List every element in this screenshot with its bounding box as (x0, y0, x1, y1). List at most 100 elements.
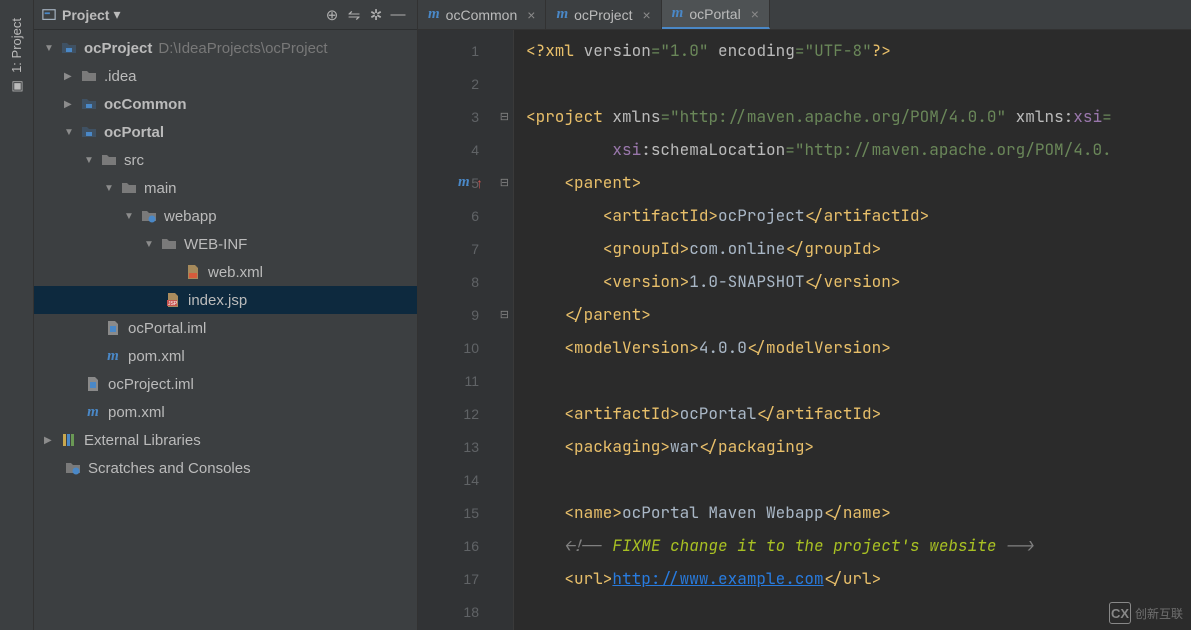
collapse-icon[interactable]: ⇋ (343, 4, 365, 26)
code-line (514, 364, 1191, 397)
tree-label: pom.xml (128, 348, 185, 365)
line-num: 15 (418, 496, 513, 529)
jsp-file-icon: JSP (164, 291, 182, 309)
maven-icon: m (672, 5, 684, 22)
project-panel-header: Project ▾ ⊕ ⇋ ✲ — (34, 0, 417, 30)
code-line: <modelVersion>4.0.0</modelVersion> (514, 331, 1191, 364)
tree-label: index.jsp (188, 292, 247, 309)
line-num: 3⊟ (418, 100, 513, 133)
code-line (514, 463, 1191, 496)
tree-row-pom2[interactable]: m pom.xml (34, 398, 417, 426)
tree-label: ocPortal (104, 124, 164, 141)
tab-occommon[interactable]: m ocCommon × (418, 0, 546, 29)
line-num: 6 (418, 199, 513, 232)
line-num: 17 (418, 562, 513, 595)
tree-row-root[interactable]: ▼ ocProject D:\IdeaProjects\ocProject (34, 34, 417, 62)
project-tree: ▼ ocProject D:\IdeaProjects\ocProject ▶ … (34, 30, 417, 630)
chevron-down-icon: ▼ (124, 211, 136, 222)
fold-icon[interactable]: ⊟ (500, 176, 509, 189)
code-line: <url>http://www.example.com</url> (514, 562, 1191, 595)
folder-icon (120, 179, 138, 197)
tree-row-idea[interactable]: ▶ .idea (34, 62, 417, 90)
line-num: 13 (418, 430, 513, 463)
close-icon[interactable]: × (527, 7, 535, 23)
folder-icon (160, 235, 178, 253)
project-vtab-label: 1: Project (9, 18, 24, 73)
hide-icon[interactable]: — (387, 4, 409, 26)
maven-icon: m (84, 403, 102, 421)
line-num: 16 (418, 529, 513, 562)
tree-row-src[interactable]: ▼ src (34, 146, 417, 174)
fold-icon[interactable]: ⊟ (500, 110, 509, 123)
code-line: <groupId>com.online</groupId> (514, 232, 1191, 265)
line-num: 11 (418, 364, 513, 397)
code-line: <packaging>war</packaging> (514, 430, 1191, 463)
tree-row-webxml[interactable]: web.xml (34, 258, 417, 286)
code-line: <version>1.0-SNAPSHOT</version> (514, 265, 1191, 298)
tree-label: ocCommon (104, 96, 187, 113)
locate-icon[interactable]: ⊕ (321, 4, 343, 26)
libraries-icon (60, 431, 78, 449)
gear-icon[interactable]: ✲ (365, 4, 387, 26)
code-line: <artifactId>ocProject</artifactId> (514, 199, 1191, 232)
tree-row-scratches[interactable]: Scratches and Consoles (34, 454, 417, 482)
tree-label: web.xml (208, 264, 263, 281)
chevron-down-icon: ▼ (144, 239, 156, 250)
folder-icon (100, 151, 118, 169)
project-tool-vertical-tab[interactable]: ▣ 1: Project (5, 0, 28, 112)
tree-path: D:\IdeaProjects\ocProject (158, 40, 327, 57)
iml-file-icon (104, 319, 122, 337)
tree-row-external-libraries[interactable]: ▶ External Libraries (34, 426, 417, 454)
tree-row-indexjsp[interactable]: JSP index.jsp (34, 286, 417, 314)
fold-end-icon[interactable]: ⊟ (500, 308, 509, 321)
project-vtab-icon: ▣ (9, 79, 24, 94)
tree-row-ocportal-iml[interactable]: ocPortal.iml (34, 314, 417, 342)
project-panel-title[interactable]: Project (62, 7, 109, 23)
code-area[interactable]: <?xml version="1.0" encoding="UTF-8"?> <… (514, 30, 1191, 630)
line-num: 12 (418, 397, 513, 430)
tree-label: Scratches and Consoles (88, 460, 251, 477)
tree-row-pom1[interactable]: m pom.xml (34, 342, 417, 370)
tree-label: ocPortal.iml (128, 320, 206, 337)
line-num: 14 (418, 463, 513, 496)
line-num: 8 (418, 265, 513, 298)
code-line: <project xmlns="http://maven.apache.org/… (514, 100, 1191, 133)
tree-label: src (124, 152, 144, 169)
line-num: 1 (418, 34, 513, 67)
folder-icon (80, 67, 98, 85)
watermark-logo: CX (1109, 602, 1131, 624)
project-panel: Project ▾ ⊕ ⇋ ✲ — ▼ ocProject D:\IdeaPro… (34, 0, 418, 630)
svg-text:JSP: JSP (168, 301, 178, 307)
code-line (514, 67, 1191, 100)
tree-label: WEB-INF (184, 236, 247, 253)
project-header-icon (42, 8, 56, 22)
tab-ocportal[interactable]: m ocPortal × (662, 0, 770, 29)
tab-ocproject[interactable]: m ocProject × (546, 0, 661, 29)
editor-gutter: 1 2 3⊟ 4 5m↑⊟ 6 7 8 9⊟ 10 11 12 13 14 15… (418, 30, 514, 630)
code-line: <name>ocPortal Maven Webapp</name> (514, 496, 1191, 529)
line-num: 7 (418, 232, 513, 265)
tab-label: ocCommon (446, 7, 518, 23)
arrow-up-icon: ↑ (476, 175, 483, 191)
tree-row-ocportal[interactable]: ▼ ocPortal (34, 118, 417, 146)
iml-file-icon (84, 375, 102, 393)
tree-row-occommon[interactable]: ▶ ocCommon (34, 90, 417, 118)
code-line: <!-- FIXME change it to the project's we… (514, 529, 1191, 562)
tree-row-ocproject-iml[interactable]: ocProject.iml (34, 370, 417, 398)
tree-row-webapp[interactable]: ▼ webapp (34, 202, 417, 230)
line-num: 9⊟ (418, 298, 513, 331)
tree-label: pom.xml (108, 404, 165, 421)
watermark-text: 创新互联 (1135, 605, 1183, 622)
tree-label: webapp (164, 208, 217, 225)
close-icon[interactable]: × (642, 7, 650, 23)
tree-row-webinf[interactable]: ▼ WEB-INF (34, 230, 417, 258)
editor-body[interactable]: 1 2 3⊟ 4 5m↑⊟ 6 7 8 9⊟ 10 11 12 13 14 15… (418, 30, 1191, 630)
code-line: </parent> (514, 298, 1191, 331)
chevron-down-icon[interactable]: ▾ (113, 6, 120, 23)
editor-tabs: m ocCommon × m ocProject × m ocPortal × (418, 0, 1191, 30)
maven-icon: m (556, 6, 568, 23)
watermark: CX 创新互联 (1109, 602, 1183, 624)
close-icon[interactable]: × (751, 6, 759, 22)
xml-file-icon (184, 263, 202, 281)
tree-row-main[interactable]: ▼ main (34, 174, 417, 202)
